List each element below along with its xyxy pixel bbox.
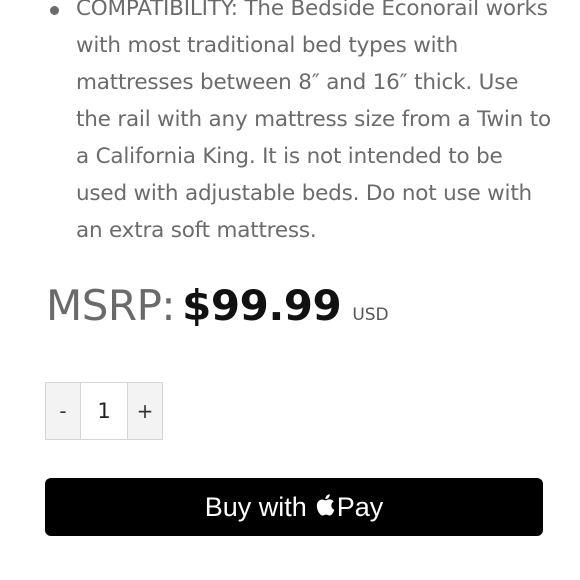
msrp-label: MSRP: xyxy=(46,281,176,330)
product-detail-page: COMPATIBILITY: The Bedside Econorail wor… xyxy=(0,0,580,580)
feature-list: COMPATIBILITY: The Bedside Econorail wor… xyxy=(0,0,556,249)
feature-text: COMPATIBILITY: The Bedside Econorail wor… xyxy=(76,0,551,243)
quantity-stepper: - 1 + xyxy=(45,382,163,440)
pay-label: Pay xyxy=(336,491,384,522)
quantity-input[interactable]: 1 xyxy=(80,383,128,439)
apple-icon xyxy=(315,493,335,517)
price-value: $99.99 xyxy=(182,281,342,330)
price-row: MSRP: $99.99 USD xyxy=(46,278,389,343)
increment-button[interactable]: + xyxy=(128,383,162,439)
apple-pay-button[interactable]: Buy with Pay xyxy=(45,478,543,536)
buy-with-label: Buy with xyxy=(204,491,307,522)
currency-label: USD xyxy=(352,305,389,325)
bullet-icon xyxy=(50,6,59,15)
feature-item: COMPATIBILITY: The Bedside Econorail wor… xyxy=(0,0,556,249)
decrement-button[interactable]: - xyxy=(46,383,80,439)
